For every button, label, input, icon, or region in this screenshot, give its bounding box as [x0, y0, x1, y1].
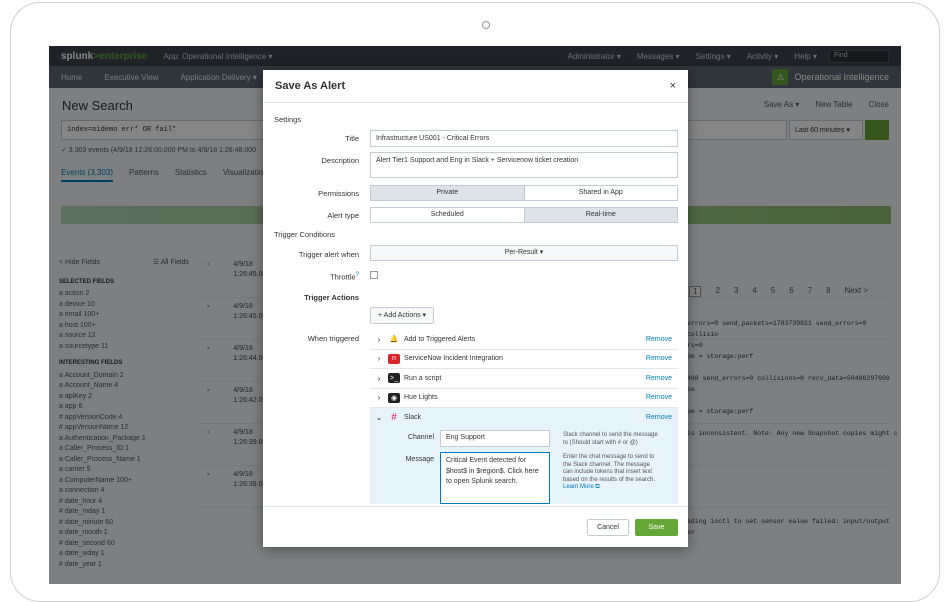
remove-link[interactable]: Remove: [646, 355, 672, 362]
alert-type-realtime-option[interactable]: Real-time: [523, 208, 677, 222]
close-icon[interactable]: ×: [670, 80, 676, 92]
camera-icon: [482, 21, 490, 29]
action-row-slack[interactable]: ⌄ # Slack Remove: [370, 408, 678, 428]
description-textarea[interactable]: Alert Tier1 Support and Eng in Slack + S…: [370, 152, 678, 178]
action-name: Run a script: [404, 374, 442, 382]
action-name: ServiceNow Incident Integration: [404, 355, 503, 363]
permission-shared-option[interactable]: Shared in App: [523, 186, 678, 200]
action-row-hue-lights[interactable]: › ◉ Hue Lights Remove: [370, 389, 678, 408]
chevron-right-icon[interactable]: ›: [370, 374, 388, 383]
add-actions-button[interactable]: + Add Actions ▾: [370, 307, 435, 324]
alert-type-label: Alert type: [327, 211, 359, 220]
throttle-label-text: Throttle: [330, 272, 356, 282]
when-triggered-label: When triggered: [307, 334, 359, 343]
channel-input[interactable]: Eng Support: [440, 430, 550, 447]
action-name: Add to Triggered Alerts: [404, 335, 476, 343]
permissions-toggle: Private Shared in App: [370, 185, 678, 201]
throttle-checkbox[interactable]: [370, 271, 378, 279]
permissions-label: Permissions: [318, 189, 359, 198]
permission-private-option[interactable]: Private: [371, 186, 524, 200]
trigger-when-label: Trigger alert when: [298, 250, 359, 259]
bell-icon: 🔔: [389, 336, 399, 344]
dialog-footer: Cancel Save: [263, 506, 688, 547]
message-label: Message: [405, 456, 434, 463]
terminal-icon: >_: [388, 373, 400, 384]
channel-label: Channel: [407, 434, 434, 441]
dialog-title: Save As Alert: [275, 80, 346, 92]
chevron-down-icon[interactable]: ⌄: [370, 413, 388, 422]
description-label: Description: [321, 156, 359, 165]
hue-icon: ◉: [388, 392, 400, 403]
trigger-when-dropdown[interactable]: Per-Result ▾: [370, 245, 678, 261]
trigger-actions-list: › 🔔 Add to Triggered Alerts Remove › n S…: [370, 330, 678, 504]
throttle-label: Throttle?: [274, 271, 359, 282]
message-textarea[interactable]: Critical Event detected for $host$ in $r…: [440, 452, 550, 504]
message-help-text: Enter the chat message to send to the Sl…: [563, 454, 656, 483]
action-row-triggered-alerts[interactable]: › 🔔 Add to Triggered Alerts Remove: [370, 330, 678, 350]
action-name: Slack: [404, 414, 422, 422]
trigger-actions-label: Trigger Actions: [304, 293, 359, 302]
help-icon[interactable]: ?: [356, 271, 359, 278]
title-input[interactable]: Infrastructure US001 - Critical Errors: [370, 130, 678, 147]
message-help: Enter the chat message to send to the Sl…: [563, 454, 661, 492]
action-row-run-script[interactable]: › >_ Run a script Remove: [370, 369, 678, 389]
remove-link[interactable]: Remove: [646, 394, 672, 401]
save-as-alert-dialog: Save As Alert × Settings Title Infrastru…: [263, 70, 688, 547]
channel-help: Slack channel to send the message to (Sh…: [563, 432, 658, 446]
learn-more-link[interactable]: Learn More ⧉: [563, 484, 600, 490]
slack-icon: #: [391, 412, 397, 424]
cancel-button[interactable]: Cancel: [587, 519, 629, 536]
chevron-right-icon[interactable]: ›: [370, 335, 388, 344]
remove-link[interactable]: Remove: [646, 336, 672, 343]
alert-type-toggle: Scheduled Real-time: [370, 207, 678, 223]
settings-section-label: Settings: [274, 115, 302, 124]
action-name: Hue Lights: [404, 394, 438, 402]
dialog-header: Save As Alert ×: [263, 70, 688, 103]
remove-link[interactable]: Remove: [646, 414, 672, 421]
servicenow-icon: n: [388, 353, 400, 364]
action-row-slack-expanded: ⌄ # Slack Remove Channel Eng Support Sla…: [370, 408, 678, 504]
action-row-servicenow[interactable]: › n ServiceNow Incident Integration Remo…: [370, 350, 678, 369]
chevron-right-icon[interactable]: ›: [370, 354, 388, 363]
trigger-conditions-label: Trigger Conditions: [274, 230, 335, 239]
alert-type-scheduled-option[interactable]: Scheduled: [371, 208, 524, 222]
save-button[interactable]: Save: [635, 519, 678, 536]
chevron-right-icon[interactable]: ›: [370, 393, 388, 402]
remove-link[interactable]: Remove: [646, 375, 672, 382]
title-label: Title: [345, 134, 359, 143]
